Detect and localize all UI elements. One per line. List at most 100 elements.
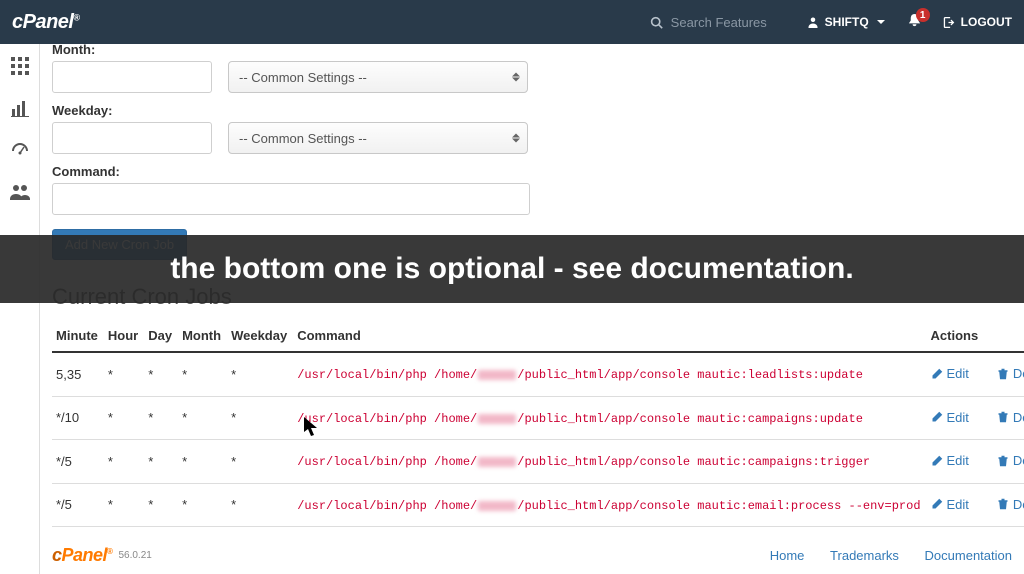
month-input[interactable] — [52, 61, 212, 93]
trash-icon — [997, 411, 1009, 423]
month-label: Month: — [52, 42, 1016, 57]
cpanel-logo[interactable]: cPanel® — [12, 11, 80, 34]
rail-apps-icon[interactable] — [8, 54, 32, 78]
edit-link[interactable]: Edit — [931, 453, 969, 468]
search-features[interactable] — [650, 15, 781, 30]
redacted-username — [478, 457, 516, 467]
caret-down-icon — [877, 20, 885, 24]
cell-day: * — [148, 483, 182, 527]
delete-link[interactable]: Delete — [997, 366, 1024, 381]
footer-cpanel-logo[interactable]: cPanel® — [52, 545, 112, 566]
table-row: */5****/usr/local/bin/php /home//public_… — [52, 440, 1024, 484]
logout-icon — [942, 16, 955, 29]
user-icon — [807, 16, 819, 28]
delete-link[interactable]: Delete — [997, 453, 1024, 468]
trash-icon — [997, 368, 1009, 380]
col-weekday: Weekday — [231, 320, 297, 352]
command-field-group: Command: — [52, 164, 1016, 215]
cell-command: /usr/local/bin/php /home//public_html/ap… — [297, 396, 930, 440]
weekday-field-group: Weekday: -- Common Settings -- — [52, 103, 1016, 154]
col-month: Month — [182, 320, 231, 352]
delete-link[interactable]: Delete — [997, 410, 1024, 425]
footer-home-link[interactable]: Home — [770, 548, 805, 563]
trash-icon — [997, 455, 1009, 467]
cell-minute: */10 — [52, 396, 108, 440]
caption-overlay: the bottom one is optional - see documen… — [0, 235, 1024, 303]
weekday-label: Weekday: — [52, 103, 1016, 118]
cron-jobs-table: Minute Hour Day Month Weekday Command Ac… — [52, 320, 1024, 527]
cell-month: * — [182, 352, 231, 396]
pencil-icon — [931, 411, 943, 423]
cell-minute: */5 — [52, 440, 108, 484]
edit-link[interactable]: Edit — [931, 497, 969, 512]
left-icon-rail — [0, 44, 40, 574]
command-input[interactable] — [52, 183, 530, 215]
cell-day: * — [148, 352, 182, 396]
select-arrows-icon — [512, 73, 520, 82]
cell-weekday: * — [231, 440, 297, 484]
search-icon — [650, 16, 663, 29]
month-common-select[interactable]: -- Common Settings -- — [228, 61, 528, 93]
pencil-icon — [931, 498, 943, 510]
edit-link[interactable]: Edit — [931, 410, 969, 425]
cell-weekday: * — [231, 396, 297, 440]
cell-hour: * — [108, 440, 148, 484]
redacted-username — [478, 501, 516, 511]
select-arrows-icon — [512, 134, 520, 143]
rail-users-icon[interactable] — [8, 180, 32, 204]
redacted-username — [478, 414, 516, 424]
user-menu[interactable]: SHIFTQ — [807, 15, 885, 29]
col-minute: Minute — [52, 320, 108, 352]
pencil-icon — [931, 455, 943, 467]
footer-docs-link[interactable]: Documentation — [925, 548, 1012, 563]
cell-actions: Edit Delete — [931, 440, 1024, 484]
cell-command: /usr/local/bin/php /home//public_html/ap… — [297, 483, 930, 527]
cell-command: /usr/local/bin/php /home//public_html/ap… — [297, 440, 930, 484]
top-navbar: cPanel® SHIFTQ 1 LOGOUT — [0, 0, 1024, 44]
cell-command: /usr/local/bin/php /home//public_html/ap… — [297, 352, 930, 396]
cell-actions: Edit Delete — [931, 352, 1024, 396]
redacted-username — [478, 370, 516, 380]
edit-link[interactable]: Edit — [931, 366, 969, 381]
col-command: Command — [297, 320, 930, 352]
notification-badge: 1 — [916, 8, 930, 22]
col-actions: Actions — [931, 320, 1024, 352]
footer-version: 56.0.21 — [118, 550, 151, 561]
logout-label: LOGOUT — [961, 15, 1012, 29]
cell-minute: 5,35 — [52, 352, 108, 396]
trash-icon — [997, 498, 1009, 510]
month-field-group: Month: -- Common Settings -- — [52, 42, 1016, 93]
col-day: Day — [148, 320, 182, 352]
cell-day: * — [148, 396, 182, 440]
cell-weekday: * — [231, 483, 297, 527]
footer: cPanel® 56.0.21 Home Trademarks Document… — [52, 545, 1012, 566]
cell-month: * — [182, 483, 231, 527]
cell-minute: */5 — [52, 483, 108, 527]
cell-month: * — [182, 440, 231, 484]
cell-day: * — [148, 440, 182, 484]
cell-actions: Edit Delete — [931, 483, 1024, 527]
search-input[interactable] — [671, 15, 781, 30]
rail-stats-icon[interactable] — [8, 96, 32, 120]
footer-links: Home Trademarks Documentation — [748, 548, 1012, 563]
table-row: */5****/usr/local/bin/php /home//public_… — [52, 483, 1024, 527]
col-hour: Hour — [108, 320, 148, 352]
delete-link[interactable]: Delete — [997, 497, 1024, 512]
command-label: Command: — [52, 164, 1016, 179]
table-header-row: Minute Hour Day Month Weekday Command Ac… — [52, 320, 1024, 352]
rail-dashboard-icon[interactable] — [8, 138, 32, 162]
pencil-icon — [931, 368, 943, 380]
cell-actions: Edit Delete — [931, 396, 1024, 440]
footer-trademarks-link[interactable]: Trademarks — [830, 548, 899, 563]
cell-hour: * — [108, 352, 148, 396]
cell-weekday: * — [231, 352, 297, 396]
cell-month: * — [182, 396, 231, 440]
cell-hour: * — [108, 396, 148, 440]
cell-hour: * — [108, 483, 148, 527]
username-label: SHIFTQ — [825, 15, 869, 29]
notifications-button[interactable]: 1 — [907, 13, 922, 31]
logout-button[interactable]: LOGOUT — [942, 15, 1012, 29]
weekday-input[interactable] — [52, 122, 212, 154]
weekday-common-select[interactable]: -- Common Settings -- — [228, 122, 528, 154]
table-row: */10****/usr/local/bin/php /home//public… — [52, 396, 1024, 440]
